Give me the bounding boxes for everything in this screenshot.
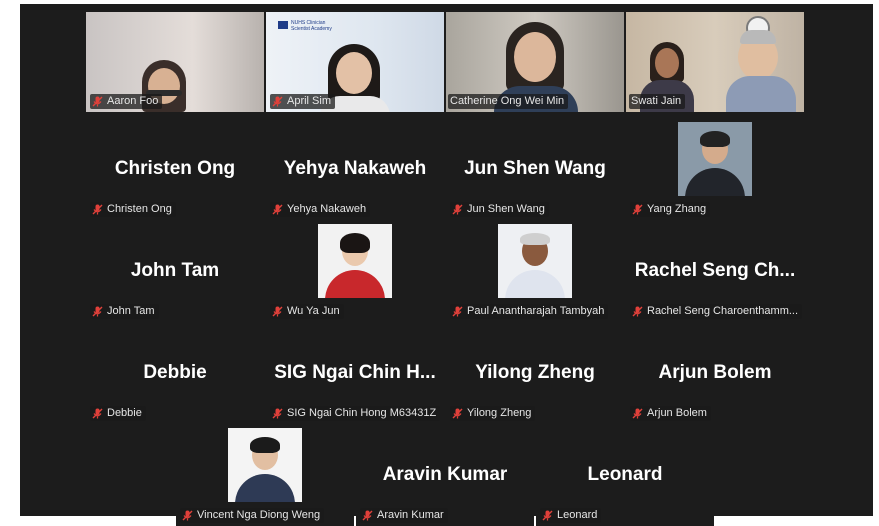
participant-tile[interactable]: Paul Anantharajah Tambyah [446,222,624,322]
academy-logo-icon [278,21,288,29]
participant-display-name: Aravin Kumar [382,464,508,485]
microphone-muted-icon [452,204,463,215]
microphone-muted-icon [272,96,283,107]
participant-name-label: Christen Ong [90,202,176,217]
participant-name-label: Yehya Nakaweh [270,202,371,217]
participant-tile[interactable]: Leonard Leonard [536,426,714,526]
participant-name-label: Yang Zhang [630,202,711,217]
participant-name-label: John Tam [90,304,159,319]
participant-name: Yilong Zheng [467,407,532,419]
participant-tile[interactable]: Christen Ong Christen Ong [86,120,264,220]
video-tile[interactable]: Catherine Ong Wei Min [446,12,624,112]
participant-tile[interactable]: John Tam John Tam [86,222,264,322]
participant-name: Catherine Ong Wei Min [450,95,565,107]
participant-name: Christen Ong [107,203,172,215]
microphone-muted-icon [632,306,643,317]
participant-name-label: Aaron Foo [90,94,163,109]
participant-name: John Tam [107,305,155,317]
participant-name: SIG Ngai Chin Hong M63431Z [287,407,437,419]
participant-name: Paul Anantharajah Tambyah [467,305,605,317]
microphone-muted-icon [452,306,463,317]
participant-display-name: Leonard [587,464,663,485]
zoom-gallery-view: Aaron Foo NUHS Clinician Scientist Acade… [20,4,873,526]
participant-name: Yang Zhang [647,203,707,215]
participant-display-name: Jun Shen Wang [464,158,606,179]
microphone-muted-icon [92,306,103,317]
participant-display-name: Debbie [143,362,207,383]
participant-name-label: Arjun Bolem [630,406,711,421]
video-tile[interactable]: Aaron Foo [86,12,264,112]
participant-tile[interactable]: Jun Shen Wang Jun Shen Wang [446,120,624,220]
participant-name: Swati Jain [631,95,682,107]
participant-display-name: Yehya Nakaweh [283,158,427,179]
academy-logo: NUHS Clinician Scientist Academy [278,20,332,32]
participant-display-name: Rachel Seng Ch... [634,260,796,281]
participant-display-name: SIG Ngai Chin H... [274,362,436,383]
active-speaker-video-tile[interactable]: Swati Jain [626,12,804,112]
participant-tile[interactable]: Yilong Zheng Yilong Zheng [446,324,624,424]
profile-photo [678,122,752,196]
participant-tile[interactable]: Debbie Debbie [86,324,264,424]
microphone-muted-icon [92,96,103,107]
participant-tile[interactable]: SIG Ngai Chin H... SIG Ngai Chin Hong M6… [266,324,444,424]
participant-name-label: Rachel Seng Charoenthamm... [630,304,803,319]
profile-photo [498,224,572,298]
participant-display-name: Yilong Zheng [475,362,595,383]
participant-display-name: Arjun Bolem [658,362,772,383]
screen: Aaron Foo NUHS Clinician Scientist Acade… [0,0,879,526]
participant-name: Debbie [107,407,142,419]
participant-name-label: Debbie [90,406,146,421]
participant-name: Aaron Foo [107,95,159,107]
participant-tile[interactable]: Wu Ya Jun [266,222,444,322]
participant-name-label: Jun Shen Wang [450,202,549,217]
profile-photo [318,224,392,298]
participant-tile[interactable]: Aravin Kumar Aravin Kumar [356,426,534,526]
participant-name: Wu Ya Jun [287,305,340,317]
participant-name-label: Paul Anantharajah Tambyah [450,304,609,319]
microphone-muted-icon [92,408,103,419]
participant-display-name: John Tam [130,260,220,281]
participant-tile[interactable]: Vincent Nga Diong Weng [176,426,354,526]
participant-name-label: Swati Jain [629,94,686,109]
participant-name-label: Yilong Zheng [450,406,536,421]
participant-tile[interactable]: Yehya Nakaweh Yehya Nakaweh [266,120,444,220]
microphone-muted-icon [272,204,283,215]
participant-name: Rachel Seng Charoenthamm... [647,305,799,317]
microphone-muted-icon [272,306,283,317]
participant-tile[interactable]: Yang Zhang [626,120,804,220]
participant-name-label: April Sim [270,94,336,109]
participant-name: Arjun Bolem [647,407,707,419]
profile-photo [228,428,302,502]
participant-name: Jun Shen Wang [467,203,545,215]
participant-tile[interactable]: Arjun Bolem Arjun Bolem [626,324,804,424]
video-tile[interactable]: NUHS Clinician Scientist Academy April S… [266,12,444,112]
microphone-muted-icon [452,408,463,419]
participant-name-label: SIG Ngai Chin Hong M63431Z [270,406,441,421]
participant-tile[interactable]: Rachel Seng Ch... Rachel Seng Charoentha… [626,222,804,322]
participant-name: April Sim [287,95,332,107]
microphone-muted-icon [632,408,643,419]
participant-name-label: Wu Ya Jun [270,304,344,319]
participant-name: Yehya Nakaweh [287,203,367,215]
microphone-muted-icon [272,408,283,419]
participant-name-label: Catherine Ong Wei Min [448,94,569,109]
participant-display-name: Christen Ong [114,158,236,179]
microphone-muted-icon [92,204,103,215]
microphone-muted-icon [632,204,643,215]
